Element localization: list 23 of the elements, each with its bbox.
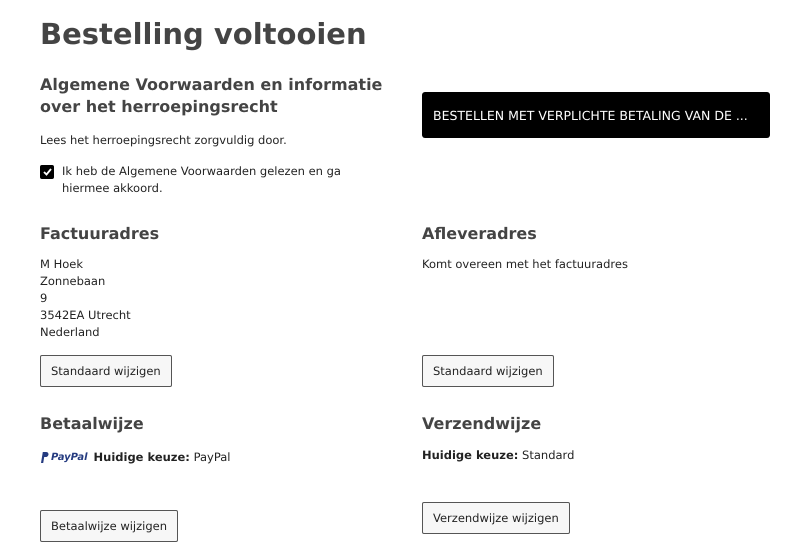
section-heading: Algemene Voorwaarden en informatie over het herroepingsrecht (40, 74, 384, 118)
checkbox-label: Ik heb de Algemene Voorwaarden gelezen en ga hiermee akkoord. (62, 163, 342, 197)
address-line: 9 (40, 290, 48, 307)
section-heading: Factuuradres (40, 223, 160, 245)
current-choice: Huidige keuze: PayPal (94, 449, 230, 466)
address-line: Komt overeen met het factuuradres (422, 256, 628, 273)
section-heading: Verzendwijze (422, 413, 542, 435)
section-heading: Afleveradres (422, 223, 537, 245)
change-button[interactable]: Standaard wijzigen (40, 355, 172, 387)
address-line: Nederland (40, 324, 100, 341)
change-button[interactable]: Standaard wijzigen (422, 355, 554, 387)
order-button[interactable]: BESTELLEN MET VERPLICHTE BETALING VAN DE ... (422, 92, 770, 138)
address-line: 3542EA Utrecht (40, 307, 131, 324)
section-heading: Betaalwijze (40, 413, 144, 435)
change-button[interactable]: Betaalwijze wijzigen (40, 510, 178, 542)
address-line: M Hoek (40, 256, 83, 273)
page-title: Bestelling voltooien (40, 16, 368, 53)
note-text: Lees het herroepingsrecht zorgvuldig door. (40, 132, 287, 149)
change-button[interactable]: Verzendwijze wijzigen (422, 502, 570, 534)
current-choice: Huidige keuze: Standard (422, 447, 574, 464)
checkbox[interactable] (40, 165, 54, 179)
address-line: Zonnebaan (40, 273, 106, 290)
paypal-logo: PayPal (40, 452, 88, 463)
